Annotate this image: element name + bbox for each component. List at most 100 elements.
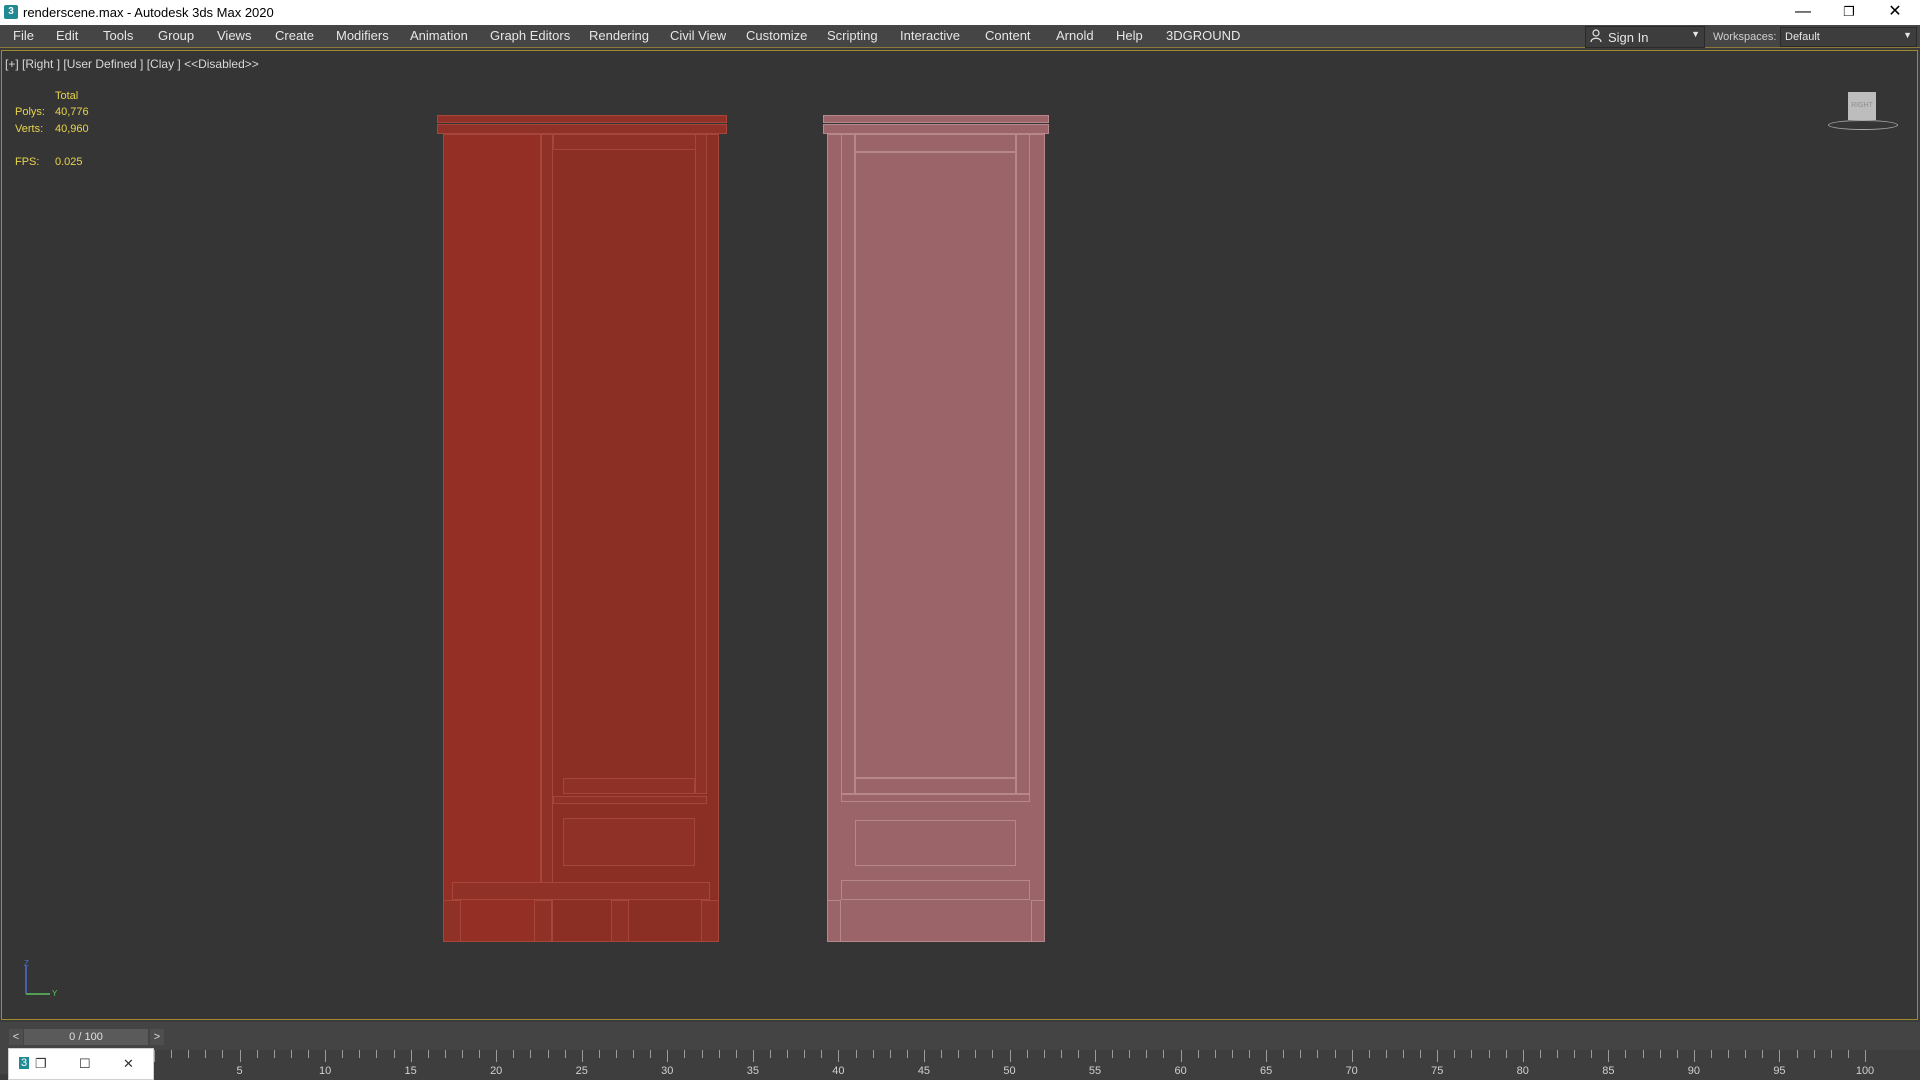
time-prev-button[interactable]: < xyxy=(9,1029,23,1045)
wardrobe-leg xyxy=(534,900,552,942)
restore-button[interactable]: ❐ xyxy=(1826,0,1872,25)
timeline-tick xyxy=(393,1050,395,1058)
timeline-tick xyxy=(615,1050,617,1058)
timeline-tick xyxy=(1796,1050,1798,1058)
timeline-tick xyxy=(273,1050,275,1058)
restore-icon[interactable]: ❐ xyxy=(35,1056,47,1072)
timeline-tick-label: 75 xyxy=(1431,1065,1444,1077)
sign-in-dropdown[interactable]: Sign In ▼ xyxy=(1585,26,1705,48)
wardrobe-top-cap xyxy=(437,115,727,123)
timeline-tick xyxy=(171,1050,173,1058)
timeline-tick xyxy=(547,1050,549,1058)
timeline-tick-label: 90 xyxy=(1687,1065,1701,1077)
timeline-tick xyxy=(1180,1050,1182,1062)
timeline-tick xyxy=(325,1050,327,1062)
menu-modifiers[interactable]: Modifiers xyxy=(336,28,389,43)
timeline-tick xyxy=(1471,1050,1473,1058)
wardrobe-leg xyxy=(1031,900,1045,942)
wardrobe-base-rail xyxy=(452,882,710,900)
timeline-tick xyxy=(718,1050,720,1058)
stats-fps-value: 0.025 xyxy=(55,156,83,168)
timeline-tick xyxy=(1214,1050,1216,1058)
menu-civil-view[interactable]: Civil View xyxy=(670,28,726,43)
viewport-label[interactable]: [+] [Right ] [User Defined ] [Clay ] <<D… xyxy=(5,57,259,71)
close-icon[interactable]: ✕ xyxy=(123,1056,134,1072)
menu-interactive[interactable]: Interactive xyxy=(900,28,960,43)
time-next-button[interactable]: > xyxy=(150,1029,164,1045)
timeline-tick xyxy=(787,1050,789,1058)
workspaces-select[interactable]: Default ▼ xyxy=(1780,27,1917,47)
wardrobe-drawer[interactable] xyxy=(855,820,1016,866)
menu-help[interactable]: Help xyxy=(1116,28,1143,43)
timeline-tick xyxy=(1197,1050,1199,1058)
menu-animation[interactable]: Animation xyxy=(410,28,468,43)
timeline-tick-label: 15 xyxy=(404,1065,417,1077)
timeline-tick xyxy=(1693,1050,1695,1062)
timeline-tick-label: 25 xyxy=(575,1065,588,1077)
sign-in-label: Sign In xyxy=(1608,30,1649,45)
timeline-tick xyxy=(342,1050,344,1058)
wardrobe-top-molding xyxy=(823,124,1049,134)
menu-views[interactable]: Views xyxy=(217,28,251,43)
timeline-tick xyxy=(701,1050,703,1058)
close-button[interactable]: ✕ xyxy=(1872,0,1918,25)
menu-arnold[interactable]: Arnold xyxy=(1056,28,1094,43)
menu-content[interactable]: Content xyxy=(985,28,1031,43)
timeline-tick-label: 70 xyxy=(1345,1065,1358,1077)
wardrobe-base-rail xyxy=(841,880,1030,900)
timeline-tick xyxy=(444,1050,446,1058)
timeline-tick xyxy=(1043,1050,1045,1058)
menu-3dground[interactable]: 3DGROUND xyxy=(1166,28,1240,43)
timeline-tick xyxy=(1283,1050,1285,1058)
wardrobe-shelf xyxy=(553,796,707,804)
timeline-tick xyxy=(1488,1050,1490,1058)
menu-group[interactable]: Group xyxy=(158,28,194,43)
timeline-tick xyxy=(1009,1050,1011,1062)
time-slider-thumb[interactable]: 0 / 100 xyxy=(24,1029,148,1045)
wardrobe-post xyxy=(541,134,553,942)
timeline-tick-label: 80 xyxy=(1516,1065,1529,1077)
wardrobe-leg xyxy=(611,900,629,942)
timeline-tick-label: 100 xyxy=(1855,1065,1875,1077)
viewcube[interactable]: RIGHT xyxy=(1820,90,1898,130)
menu-customize[interactable]: Customize xyxy=(746,28,807,43)
timeline-tick xyxy=(1334,1050,1336,1058)
wardrobe-leg xyxy=(827,900,841,942)
menu-scripting[interactable]: Scripting xyxy=(827,28,878,43)
wardrobe-drawer[interactable] xyxy=(563,818,695,866)
wardrobe-door[interactable] xyxy=(855,152,1016,778)
timeline-tick xyxy=(1625,1050,1627,1058)
minimize-button[interactable]: — xyxy=(1780,0,1826,25)
menu-file[interactable]: File xyxy=(13,28,34,43)
timeline-tick xyxy=(1060,1050,1062,1058)
menu-edit[interactable]: Edit xyxy=(56,28,78,43)
timeline-tick xyxy=(479,1050,481,1058)
wardrobe-side-panel xyxy=(443,134,541,942)
timeline-tick-label: 65 xyxy=(1260,1065,1273,1077)
menu-tools[interactable]: Tools xyxy=(103,28,133,43)
timeline-tick xyxy=(1847,1050,1849,1058)
timeline-tick-label: 20 xyxy=(490,1065,503,1077)
timeline-tick-label: 5 xyxy=(236,1065,243,1077)
timeline-tick xyxy=(1539,1050,1541,1058)
timeline-tick-label: 50 xyxy=(1003,1065,1016,1077)
user-icon xyxy=(1590,29,1602,43)
viewcube-ring[interactable] xyxy=(1828,120,1898,130)
menu-rendering[interactable]: Rendering xyxy=(589,28,649,43)
timeline-tick xyxy=(581,1050,583,1062)
wardrobe-rail-top xyxy=(553,134,707,150)
maximize-icon[interactable]: ☐ xyxy=(79,1056,91,1072)
timeline-tick xyxy=(906,1050,908,1058)
timeline-tick xyxy=(205,1050,207,1058)
axis-z-label: Z xyxy=(24,960,29,968)
menu-graph-editors[interactable]: Graph Editors xyxy=(490,28,570,43)
wardrobe-stile xyxy=(695,134,707,794)
timeline-tick xyxy=(1112,1050,1114,1058)
timeline-ruler[interactable]: 5 10 15 20 25 30 35 40 45 50 55 60 65 70 75 80 85 90 95 100 xyxy=(150,1050,1920,1080)
timeline-tick xyxy=(735,1050,737,1058)
viewcube-face[interactable]: RIGHT xyxy=(1848,92,1876,120)
taskbar-window-preview[interactable]: 3 ❐ ☐ ✕ xyxy=(8,1048,154,1080)
menu-create[interactable]: Create xyxy=(275,28,314,43)
timeline-tick xyxy=(1385,1050,1387,1058)
timeline-tick xyxy=(1351,1050,1353,1062)
